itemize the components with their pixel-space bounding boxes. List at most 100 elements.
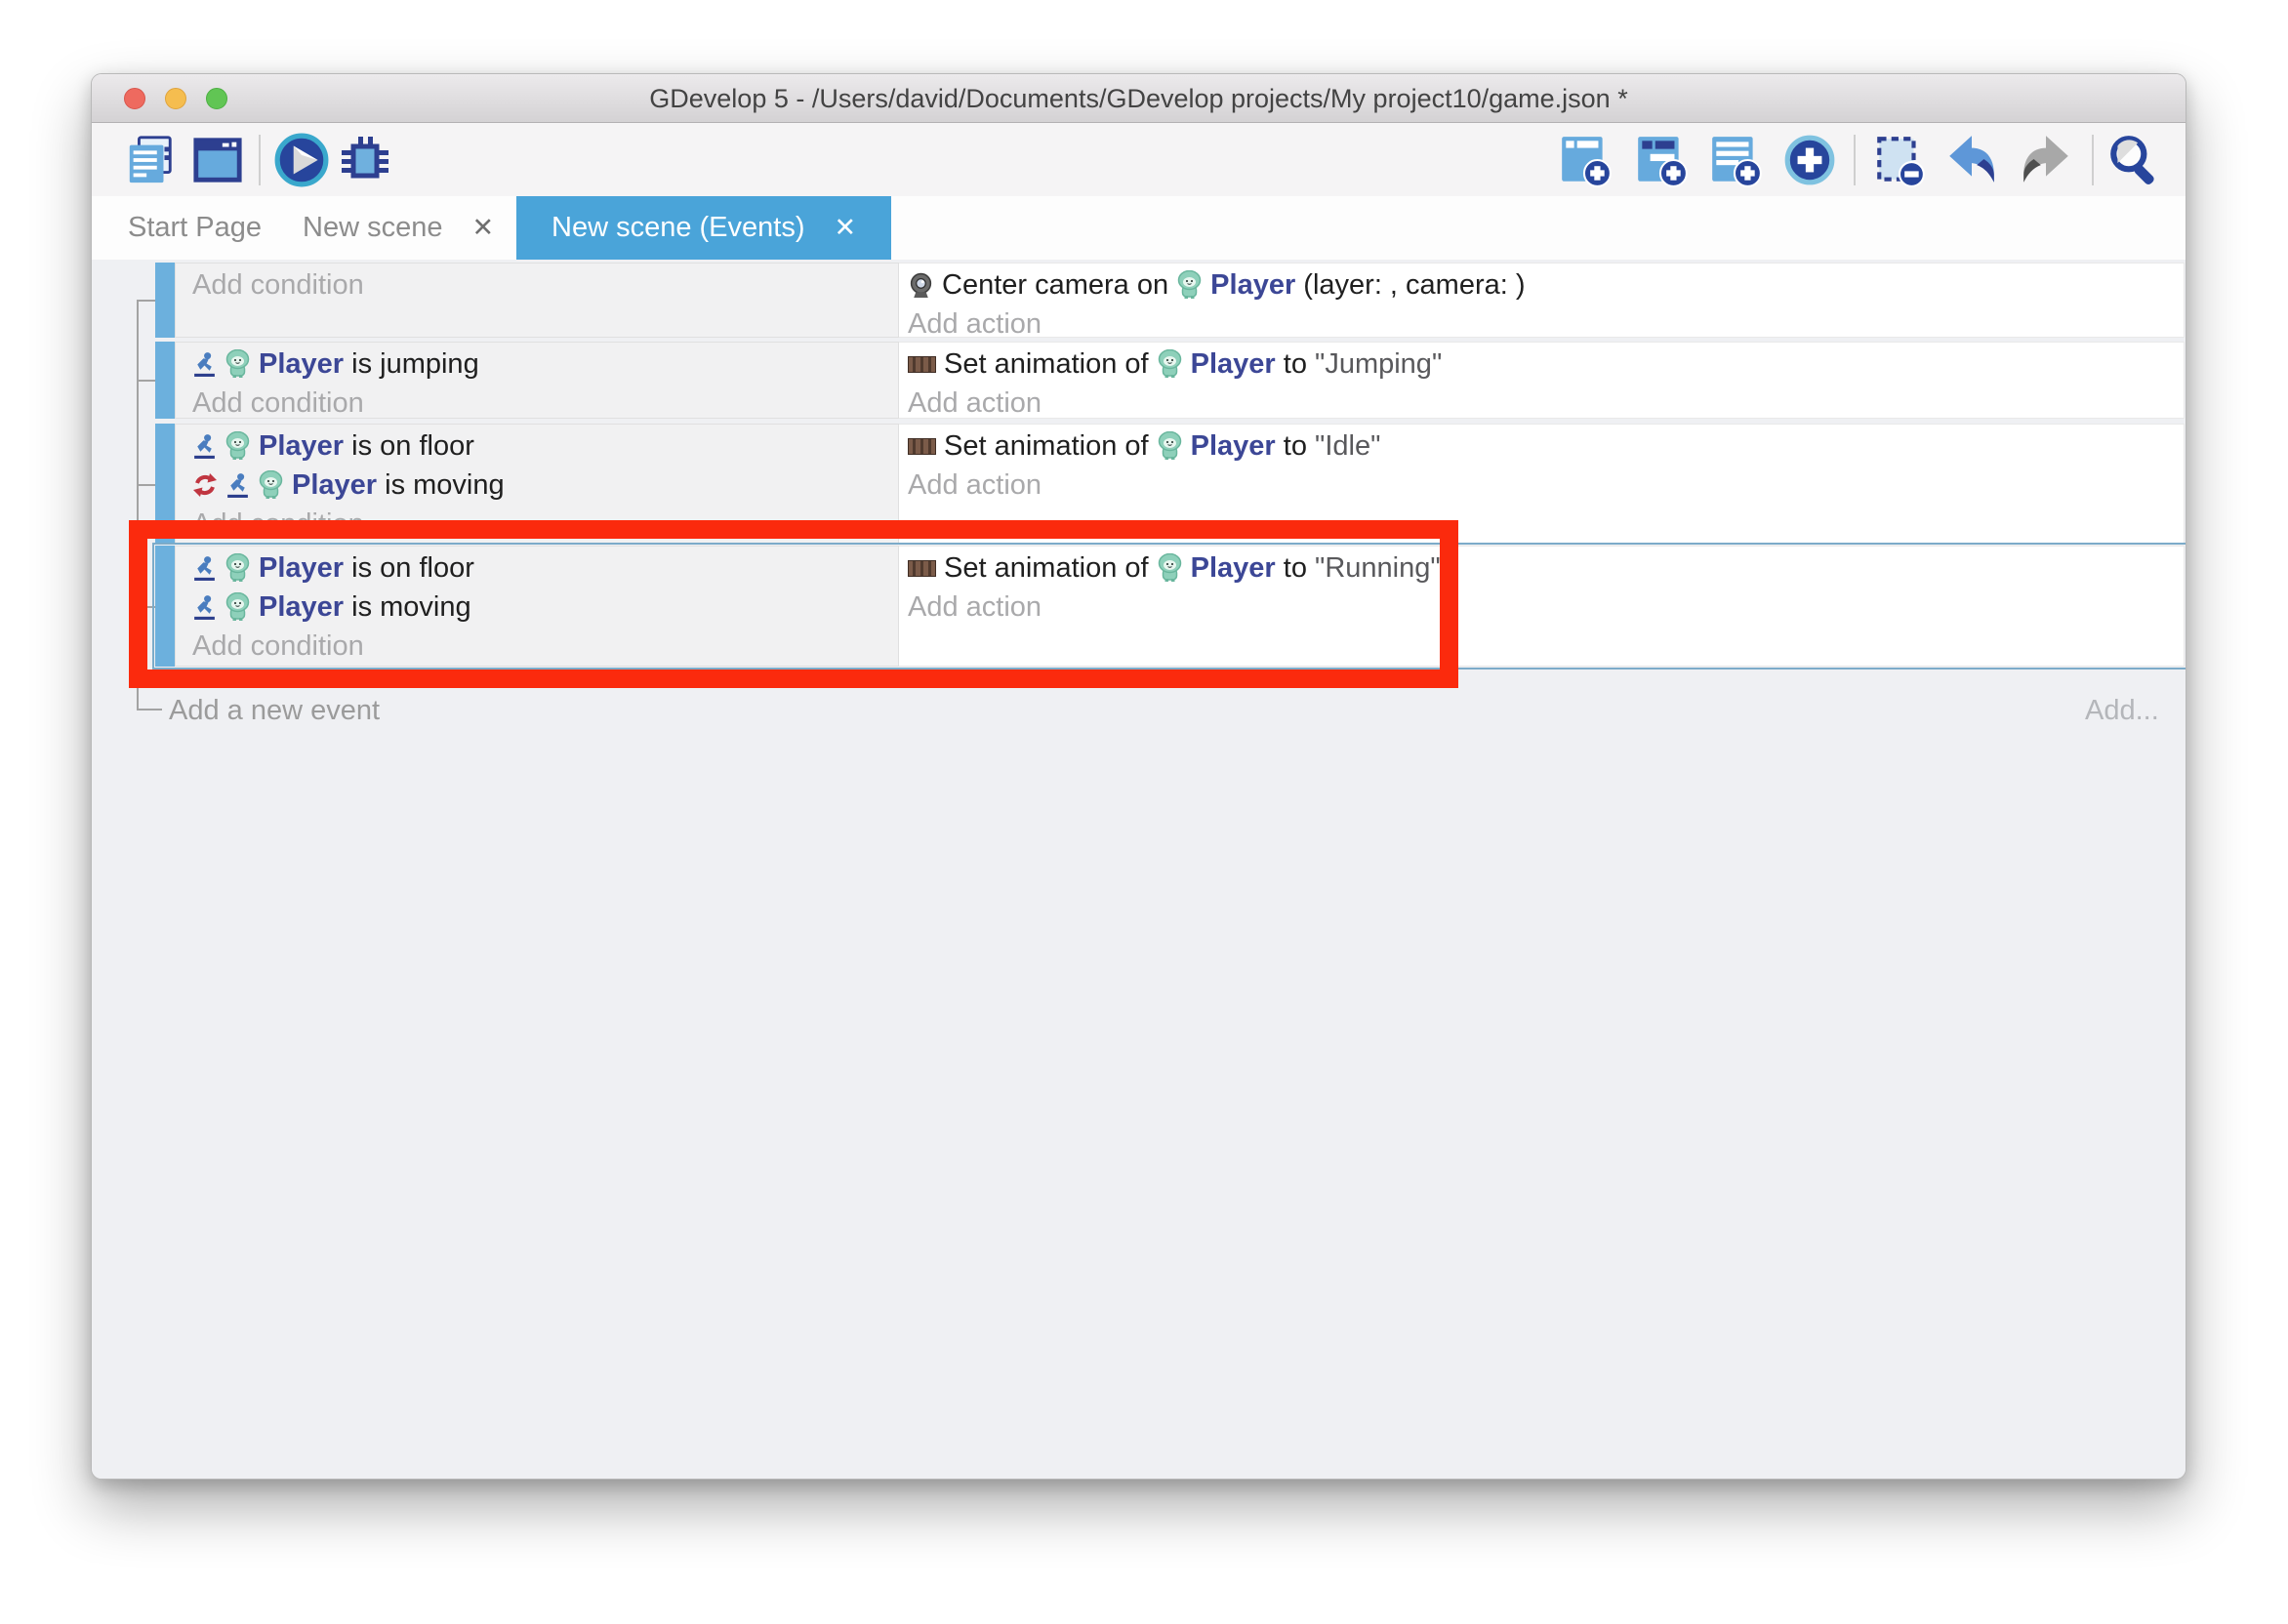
tree-guide-stub <box>137 606 155 608</box>
text-segment: (layer: , camera: ) <box>1295 269 1525 302</box>
condition-line[interactable]: Player is moving <box>192 588 898 627</box>
toolbar-separator <box>1854 135 1856 185</box>
text-segment: "Running" <box>1315 552 1441 585</box>
event-drag-handle[interactable] <box>155 263 175 338</box>
tree-guide-line <box>137 300 139 710</box>
add-event-button[interactable] <box>1557 132 1614 188</box>
add-action-button[interactable]: Add action <box>908 466 2184 505</box>
event-drag-handle[interactable] <box>155 546 175 667</box>
conditions-cell[interactable]: Add condition <box>175 263 899 338</box>
text-segment: Center camera on <box>942 269 1176 302</box>
search-button[interactable] <box>2105 132 2162 188</box>
tab-label: Start Page <box>128 212 262 244</box>
player-object-icon <box>1157 349 1183 379</box>
tree-guide-stub <box>137 484 155 486</box>
text-segment: is moving <box>377 469 505 502</box>
project-manager-icon <box>124 134 177 186</box>
add-condition-button[interactable]: Add condition <box>192 505 898 544</box>
undo-button[interactable] <box>1943 132 2000 188</box>
player-object-icon <box>1176 270 1203 300</box>
scene-editor-icon <box>191 134 244 186</box>
add-condition-button[interactable]: Add condition <box>192 627 898 666</box>
add-action-button[interactable]: Add action <box>908 304 2184 338</box>
event-row[interactable]: Player is on floorPlayer is movingAdd co… <box>155 424 2185 545</box>
conditions-cell[interactable]: Player is on floorPlayer is movingAdd co… <box>175 424 899 545</box>
add-action-button[interactable]: Add action <box>908 384 2184 419</box>
text-segment: Player <box>1210 269 1295 302</box>
camera-icon <box>908 272 934 299</box>
text-segment: is on floor <box>344 552 474 585</box>
text-segment: Player <box>259 430 344 463</box>
text-segment: Player <box>1191 430 1276 463</box>
actions-cell[interactable]: Center camera on Player (layer: , camera… <box>899 263 2185 338</box>
action-line[interactable]: Set animation of Player to "Running" <box>908 548 2184 588</box>
delete-event-button[interactable] <box>1871 132 1928 188</box>
toolbar-separator <box>259 135 261 185</box>
condition-line[interactable]: Player is moving <box>192 466 898 505</box>
text-segment: Player <box>1191 552 1276 585</box>
text-segment: is on floor <box>344 430 474 463</box>
tab-close-icon[interactable]: ✕ <box>835 213 857 243</box>
platformer-behavior-icon <box>192 433 217 460</box>
text-segment: Player <box>259 348 344 381</box>
play-button[interactable] <box>273 132 330 188</box>
add-comment-button[interactable] <box>1707 132 1764 188</box>
event-drag-handle[interactable] <box>155 424 175 545</box>
text-segment: Player <box>259 552 344 585</box>
actions-cell[interactable]: Set animation of Player to "Idle"Add act… <box>899 424 2185 545</box>
add-more-button[interactable]: Add... <box>2085 691 2159 730</box>
condition-line[interactable]: Player is jumping <box>192 345 898 384</box>
text-segment: is moving <box>344 591 471 624</box>
actions-cell[interactable]: Set animation of Player to "Jumping"Add … <box>899 342 2185 419</box>
tab-close-icon[interactable]: ✕ <box>471 213 494 243</box>
player-object-icon <box>225 349 251 379</box>
delete-event-icon <box>1871 132 1928 188</box>
condition-line[interactable]: Player is on floor <box>192 548 898 588</box>
text-segment: Player <box>1191 348 1276 381</box>
event-drag-handle[interactable] <box>155 342 175 419</box>
tab-start-page[interactable]: Start Page <box>99 196 291 260</box>
action-line[interactable]: Set animation of Player to "Idle" <box>908 426 2184 466</box>
tab-label: New scene <box>303 212 442 244</box>
text-segment: to <box>1276 430 1315 463</box>
actions-cell[interactable]: Set animation of Player to "Running"Add … <box>899 546 2185 667</box>
event-row[interactable]: Player is on floorPlayer is movingAdd co… <box>155 546 2185 667</box>
event-row[interactable]: Player is jumpingAdd conditionSet animat… <box>155 342 2185 419</box>
text-segment: to <box>1276 552 1315 585</box>
condition-line[interactable]: Player is on floor <box>192 426 898 466</box>
tab-new-scene[interactable]: New scene ✕ <box>273 196 523 260</box>
player-object-icon <box>225 431 251 461</box>
animation-icon <box>908 560 936 577</box>
text-segment: "Idle" <box>1315 430 1380 463</box>
text-segment: Set animation of <box>944 552 1157 585</box>
debug-icon <box>338 133 392 187</box>
add-condition-button[interactable]: Add condition <box>192 384 898 419</box>
add-action-button[interactable]: Add action <box>908 588 2184 627</box>
redo-button[interactable] <box>2018 132 2074 188</box>
scene-editor-button[interactable] <box>189 132 246 188</box>
debug-button[interactable] <box>337 132 393 188</box>
add-subevent-button[interactable] <box>1633 132 1690 188</box>
action-line[interactable]: Set animation of Player to "Jumping" <box>908 345 2184 384</box>
text-segment: Set animation of <box>944 430 1157 463</box>
toolbar <box>92 123 2186 196</box>
tab-new-scene-events[interactable]: New scene (Events) ✕ <box>516 196 891 260</box>
action-line[interactable]: Center camera on Player (layer: , camera… <box>908 265 2184 304</box>
event-row[interactable]: Add condition Center camera on Player (la… <box>155 263 2185 338</box>
add-comment-icon <box>1707 132 1764 188</box>
tree-guide-corner <box>137 684 162 710</box>
player-object-icon <box>1157 431 1183 461</box>
player-object-icon <box>225 592 251 622</box>
add-event-icon <box>1557 132 1614 188</box>
tree-guide-stub <box>137 300 155 302</box>
titlebar: GDevelop 5 - /Users/david/Documents/GDev… <box>92 74 2186 123</box>
toolbar-separator <box>2092 135 2094 185</box>
add-condition-button[interactable]: Add condition <box>192 265 898 304</box>
conditions-cell[interactable]: Player is jumpingAdd condition <box>175 342 899 419</box>
tab-label: New scene (Events) <box>552 212 805 244</box>
conditions-cell[interactable]: Player is on floorPlayer is movingAdd co… <box>175 546 899 667</box>
project-manager-button[interactable] <box>122 132 179 188</box>
add-circle-button[interactable] <box>1781 132 1838 188</box>
text-segment: Set animation of <box>944 348 1157 381</box>
add-new-event-button[interactable]: Add a new event <box>169 691 380 730</box>
